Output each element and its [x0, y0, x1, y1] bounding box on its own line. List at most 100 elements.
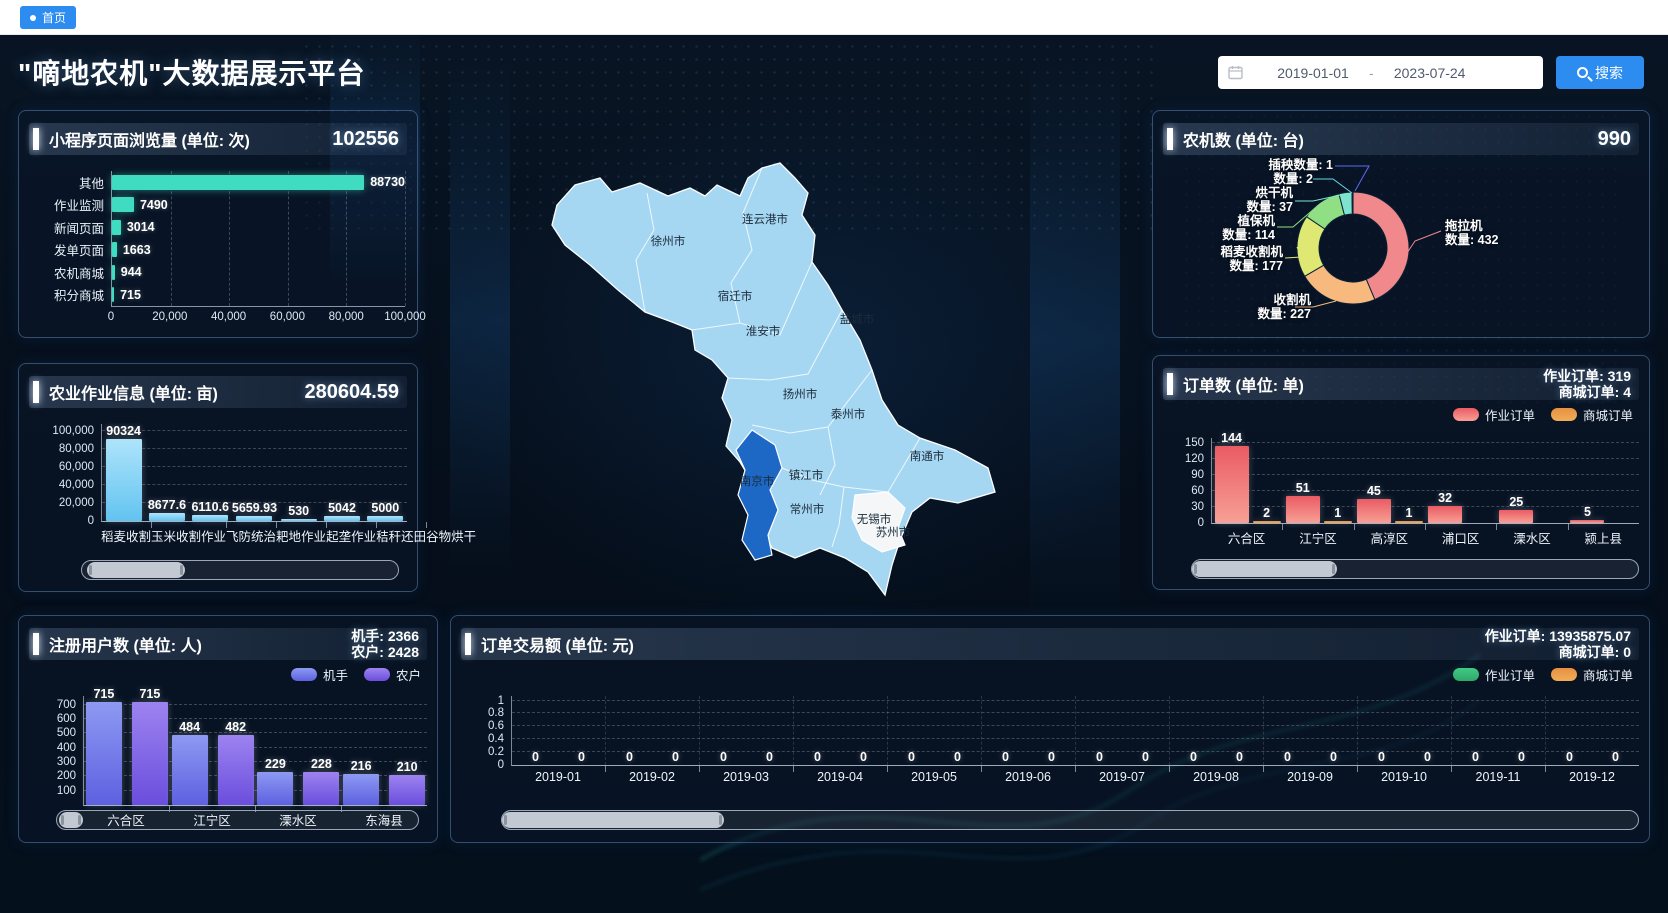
bar[interactable] [132, 702, 168, 805]
legend-chip-icon [1551, 668, 1577, 681]
data-zoom-handle[interactable] [1192, 561, 1337, 577]
bar-value-label: 715 [139, 687, 160, 701]
bar[interactable] [1324, 521, 1352, 523]
bar-column [1608, 522, 1636, 523]
bar[interactable] [112, 287, 114, 302]
bar[interactable] [172, 735, 208, 805]
bar[interactable] [86, 702, 122, 805]
bar[interactable] [236, 516, 272, 521]
bar-value-label: 5659.93 [232, 501, 277, 515]
bar[interactable] [112, 175, 364, 190]
bar-value-label: 7490 [140, 198, 168, 212]
bar[interactable] [1215, 446, 1249, 523]
bar[interactable] [112, 265, 115, 280]
plot-area: 0306090120150144251145132255 [1211, 438, 1639, 524]
bar[interactable] [367, 516, 403, 521]
panel-title: 农业作业信息 (单位: 亩) [49, 380, 218, 404]
data-zoom-handle[interactable] [502, 812, 724, 828]
bar-value-label: 0 [672, 750, 679, 764]
bar-column: 210 [389, 760, 425, 805]
header-accent-bar [465, 633, 471, 655]
bar-value-label: 1 [1334, 506, 1341, 520]
bar-value-label: 0 [1424, 750, 1431, 764]
map-city-label: 常州市 [790, 502, 825, 516]
data-zoom-slider[interactable] [1191, 559, 1639, 579]
y-tick-label: 0 [498, 759, 504, 771]
search-icon [1577, 67, 1588, 78]
data-zoom-slider[interactable] [501, 810, 1639, 830]
bar-column: 0 [714, 750, 734, 765]
bar[interactable] [1357, 499, 1391, 523]
bar-column: 229 [257, 757, 293, 805]
bar[interactable] [324, 516, 360, 521]
panel-header: 注册用户数 (单位: 人) 机手: 2366 农户: 2428 [29, 628, 427, 660]
start-date-input[interactable] [1257, 65, 1369, 81]
panel-title: 订单数 (单位: 单) [1183, 372, 1304, 396]
x-tick-label: 起垄作业 [326, 522, 376, 540]
data-zoom-handle[interactable] [87, 562, 185, 578]
x-tick-label: 2019-08 [1169, 766, 1263, 784]
bar-column: 8677.6 [148, 498, 186, 521]
bar-rows: 其他88730作业监测7490新闻页面3014发单页面1663农机商城944积分… [112, 171, 405, 306]
x-tick-label: 2019-11 [1451, 766, 1545, 784]
legend-item[interactable]: 农户 [364, 665, 421, 684]
bar-column: 0 [1418, 750, 1438, 765]
y-tick-label: 60 [1191, 485, 1204, 497]
bar[interactable] [257, 772, 293, 805]
y-tick-label: 0.6 [488, 720, 504, 732]
y-tick-label: 200 [57, 770, 76, 782]
bar-column: 0 [1090, 750, 1110, 765]
date-range-picker[interactable]: - [1218, 56, 1543, 89]
bar[interactable] [112, 242, 117, 257]
x-axis-labels: 六合区江宁区高淳区浦口区溧水区颍上县 [1211, 524, 1639, 542]
bar-column: 32 [1428, 491, 1462, 523]
bar[interactable] [1253, 521, 1281, 523]
bar[interactable] [106, 439, 142, 521]
bar-value-label: 1 [1405, 506, 1412, 520]
bar-column: 0 [760, 750, 780, 765]
data-zoom-slider[interactable] [81, 560, 399, 580]
bar[interactable] [1286, 496, 1320, 523]
bar[interactable] [1428, 506, 1462, 523]
bar[interactable] [192, 515, 228, 521]
bar[interactable] [1570, 520, 1604, 523]
bar-group: 00 [1075, 696, 1169, 765]
bar[interactable] [112, 220, 121, 235]
bar[interactable] [389, 775, 425, 805]
bar[interactable] [112, 197, 134, 212]
bar-column: 5659.93 [232, 501, 277, 521]
bar-group: 5042 [320, 424, 363, 521]
search-button[interactable]: 搜索 [1556, 56, 1644, 89]
x-tick-label: 2019-01 [511, 766, 605, 784]
legend-item[interactable]: 作业订单 [1453, 665, 1535, 684]
y-tick-label: 0 [1198, 517, 1204, 529]
bar[interactable] [218, 735, 254, 805]
legend-item[interactable]: 机手 [291, 665, 348, 684]
legend-item[interactable]: 作业订单 [1453, 405, 1535, 424]
bar-group: 484482 [170, 696, 256, 805]
bar[interactable] [1499, 510, 1533, 523]
y-tick-label: 150 [1185, 437, 1204, 449]
donut-slice-收割机[interactable] [1305, 265, 1375, 304]
bar[interactable] [281, 519, 317, 521]
bar[interactable] [149, 513, 185, 521]
y-tick-label: 100,000 [52, 425, 94, 437]
data-zoom-slider[interactable] [56, 810, 419, 830]
slice-label: 数量: 2 [1173, 172, 1313, 186]
bar-group: 00 [699, 696, 793, 765]
legend-item[interactable]: 商城订单 [1551, 665, 1633, 684]
bar-value-label: 51 [1296, 481, 1310, 495]
end-date-input[interactable] [1374, 65, 1486, 81]
bar-column: 0 [1466, 750, 1486, 765]
plot-area: 其他88730作业监测7490新闻页面3014发单页面1663农机商城944积分… [111, 171, 405, 307]
breadcrumb-home-tab[interactable]: 首页 [20, 6, 76, 29]
legend-item[interactable]: 商城订单 [1551, 405, 1633, 424]
bar-column [1466, 522, 1494, 523]
bar[interactable] [303, 772, 339, 805]
data-zoom-handle[interactable] [59, 812, 83, 828]
bar[interactable] [1395, 521, 1423, 523]
panel-agri-operations: 农业作业信息 (单位: 亩) 280604.59 020,00040,00060… [18, 363, 418, 592]
bar-column: 0 [902, 750, 922, 765]
bar-group: 00 [605, 696, 699, 765]
bar[interactable] [343, 774, 379, 805]
